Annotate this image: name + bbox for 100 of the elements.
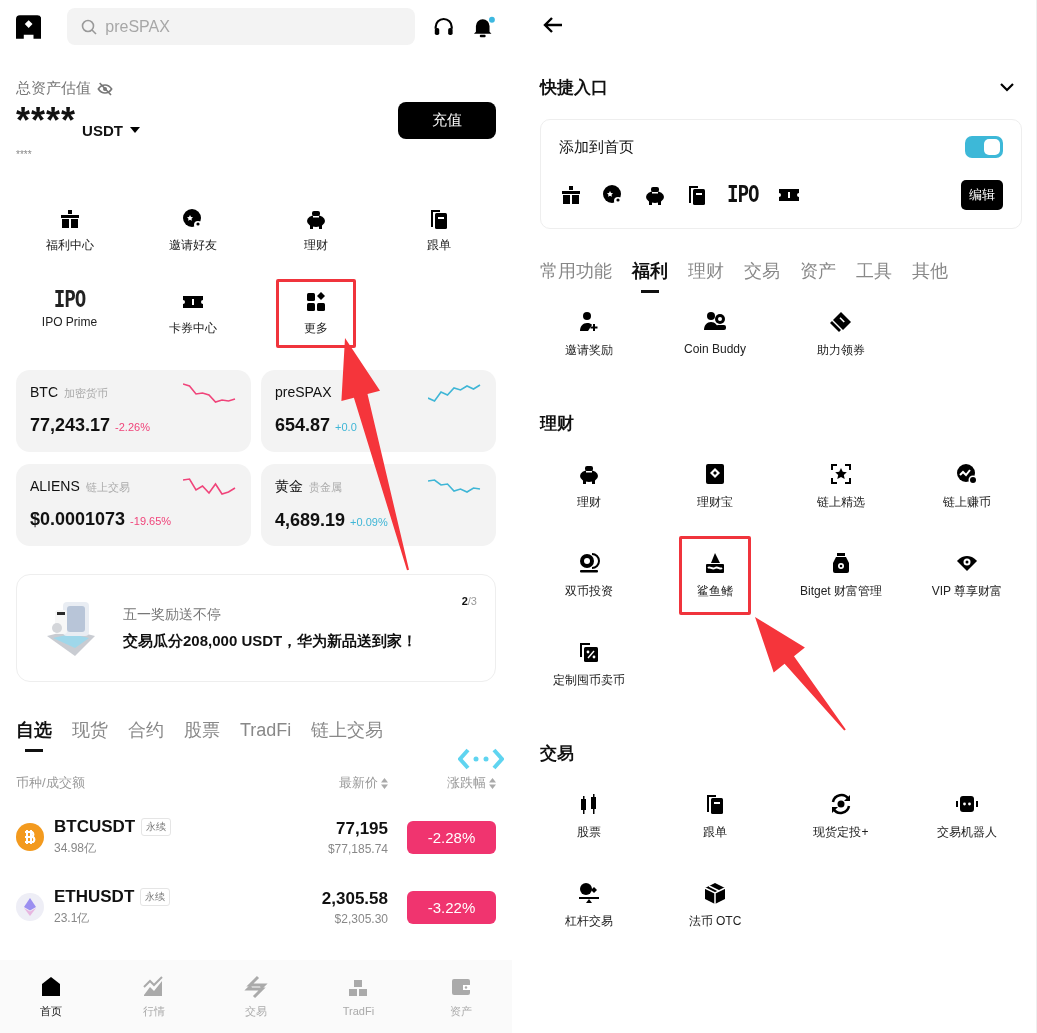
- feature-item[interactable]: 理财: [553, 447, 625, 526]
- category-tab[interactable]: 常用功能: [540, 259, 612, 293]
- feature-item[interactable]: Coin Buddy: [676, 295, 753, 374]
- feature-item[interactable]: VIP 尊享财富: [924, 536, 1010, 615]
- change-badge: -2.28%: [407, 820, 496, 854]
- ipo-icon: IPO: [727, 183, 759, 207]
- balance-label: 总资产估值: [16, 79, 91, 98]
- page-indicator: 2/3: [461, 595, 477, 607]
- category-tab[interactable]: 福利: [632, 259, 668, 293]
- market-price: 654.87: [275, 415, 331, 435]
- cycle-icon: [829, 792, 853, 816]
- toggle-label: 添加到首页: [559, 137, 634, 157]
- feature-item[interactable]: 杠杆交易: [553, 866, 625, 945]
- market-row[interactable]: ETHUSDT 永续 23.1亿 2,305.58 $2,305.30 -3.22%: [0, 872, 512, 942]
- market-tag: 加密货币: [64, 387, 108, 399]
- market-card[interactable]: ALIENS 链上交易 $0.0001073 -19.65%: [16, 464, 251, 546]
- coin-icon: [16, 893, 44, 921]
- bell-icon[interactable]: [472, 15, 496, 38]
- market-card[interactable]: preSPAX 654.87 +0.0: [261, 370, 496, 452]
- caret-icon[interactable]: [129, 126, 140, 133]
- market-change: -2.26%: [115, 421, 150, 433]
- headset-icon[interactable]: [433, 15, 455, 38]
- deposit-button[interactable]: 充值: [398, 102, 496, 139]
- shortcut-item[interactable]: 福利中心: [29, 196, 110, 265]
- market-symbol: BTC: [30, 384, 58, 400]
- toggle-switch[interactable]: [965, 136, 1003, 158]
- shortcut-item[interactable]: 卡券中心: [152, 279, 233, 348]
- market-card[interactable]: 黄金 贵金属 4,689.19 +0.09%: [261, 464, 496, 546]
- market-symbol: preSPAX: [275, 384, 332, 400]
- market-tab[interactable]: 自选: [16, 718, 52, 752]
- group-title: 理财: [538, 413, 575, 435]
- market-row[interactable]: BTCUSDT 永续 34.98亿 77,195 $77,185.74 -2.28%: [0, 802, 512, 872]
- feature-item[interactable]: 双币投资: [553, 536, 625, 615]
- feature-item[interactable]: 邀请奖励: [553, 295, 625, 374]
- shark-fin-icon: [703, 551, 727, 575]
- search-icon: [81, 19, 98, 35]
- last-price: 77,195: [335, 818, 388, 839]
- shortcut-item[interactable]: 理财: [275, 196, 356, 265]
- market-tab[interactable]: 股票: [184, 718, 220, 752]
- chevron-down-icon[interactable]: [1000, 83, 1014, 92]
- search-field[interactable]: preSPAX: [67, 8, 416, 45]
- coins-icon: [577, 551, 601, 575]
- group-title: 交易: [539, 743, 575, 765]
- category-tab[interactable]: 理财: [688, 259, 724, 293]
- chart-icon: [141, 974, 166, 999]
- feature-item[interactable]: 股票: [553, 777, 625, 856]
- market-price: 4,689.19: [275, 510, 346, 530]
- category-tab[interactable]: 资产: [800, 259, 836, 293]
- contract-badge: 永续: [140, 888, 171, 906]
- feature-item[interactable]: 鲨鱼鳍: [679, 536, 751, 615]
- vault-icon: [703, 462, 727, 486]
- eye-off-icon[interactable]: [97, 80, 113, 97]
- balance-subvalue: ****: [15, 149, 33, 160]
- market-change: -19.65%: [130, 515, 172, 527]
- market-tag: 链上交易: [85, 481, 130, 493]
- section-title: 快捷入口: [540, 77, 608, 99]
- feature-item[interactable]: 法币 OTC: [679, 866, 751, 945]
- feature-item[interactable]: 理财宝: [679, 447, 751, 526]
- market-price: $0.0001073: [30, 509, 126, 529]
- feature-item[interactable]: 链上赚币: [931, 447, 1003, 526]
- last-price: 2,305.58: [320, 888, 388, 909]
- promo-banner[interactable]: 五一奖励送不停 交易瓜分208,000 USDT，华为新品送到家！ 2/3: [16, 574, 496, 682]
- shortcut-item[interactable]: 跟单: [398, 196, 479, 265]
- shortcut-item[interactable]: 更多: [275, 279, 356, 348]
- logo-icon[interactable]: [16, 14, 42, 39]
- market-symbol: ALIENS: [30, 478, 80, 494]
- gift-icon: [559, 183, 583, 207]
- category-tab[interactable]: 交易: [744, 259, 780, 293]
- star-scan-icon: [829, 462, 853, 486]
- market-tab[interactable]: 合约: [128, 718, 164, 752]
- category-tab[interactable]: 其他: [912, 259, 948, 293]
- coin-icon: [16, 823, 44, 851]
- usd-price: $77,185.74: [326, 841, 388, 856]
- category-tab[interactable]: 工具: [856, 259, 892, 293]
- feature-item[interactable]: 定制囤币卖币: [546, 625, 632, 704]
- edit-button[interactable]: 编辑: [961, 180, 1003, 210]
- coin-chart-icon: [955, 462, 979, 486]
- add-user-icon: [577, 310, 601, 334]
- nav-tab[interactable]: 首页: [0, 973, 103, 1020]
- back-icon[interactable]: [542, 16, 564, 34]
- feature-item[interactable]: Bitget 财富管理: [793, 536, 889, 615]
- shortcut-item[interactable]: IPO IPO Prime: [29, 279, 110, 348]
- market-change: +0.09%: [350, 516, 388, 528]
- feature-item[interactable]: 跟单: [679, 777, 751, 856]
- feature-item[interactable]: 助力领券: [805, 295, 877, 374]
- market-tag: 贵金属: [309, 481, 342, 493]
- box-icon: [703, 881, 727, 905]
- balance-amount: ****: [16, 102, 77, 139]
- currency-selector[interactable]: USDT: [82, 121, 123, 139]
- contract-badge: 永续: [141, 818, 172, 836]
- feature-item[interactable]: 交易机器人: [930, 777, 1004, 856]
- market-card[interactable]: BTC 加密货币 77,243.17 -2.26%: [16, 370, 251, 452]
- shortcut-item[interactable]: 邀请好友: [152, 196, 233, 265]
- market-tab[interactable]: TradFi: [240, 718, 292, 752]
- market-tab[interactable]: 现货: [72, 718, 108, 752]
- column-header: 币种/成交额: [16, 774, 86, 792]
- feature-item[interactable]: 链上精选: [805, 447, 877, 526]
- market-tab[interactable]: 链上交易: [311, 718, 384, 752]
- pair-name: BTCUSDT: [54, 817, 136, 837]
- feature-item[interactable]: 现货定投+: [805, 777, 877, 856]
